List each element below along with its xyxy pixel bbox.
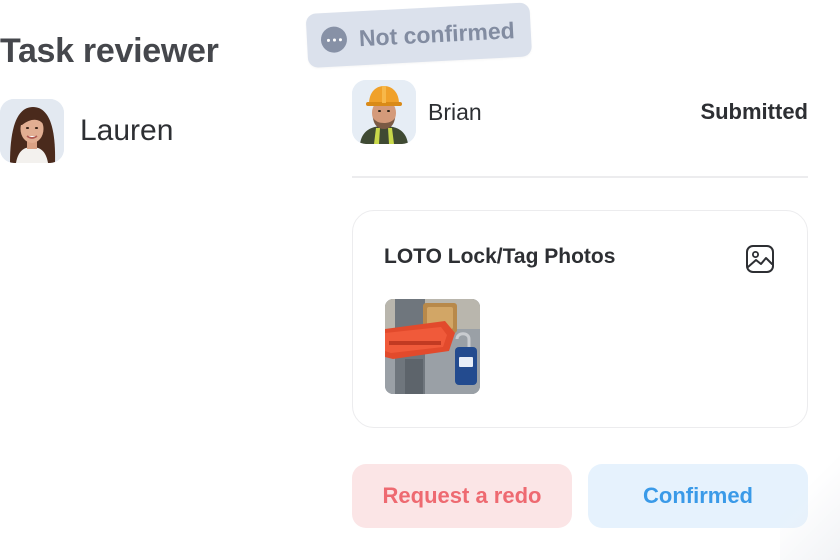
reviewer-row: Lauren: [0, 99, 173, 163]
image-icon[interactable]: [745, 244, 775, 274]
reviewer-heading: Task reviewer: [0, 32, 219, 70]
photo-card-title: LOTO Lock/Tag Photos: [384, 245, 616, 268]
loto-photo-thumbnail[interactable]: [385, 299, 480, 394]
submitter-row: Brian Submitted: [352, 80, 808, 144]
loto-photos-card: LOTO Lock/Tag Photos: [352, 210, 808, 428]
more-dots-icon: [320, 25, 348, 54]
request-redo-button[interactable]: Request a redo: [352, 464, 572, 528]
reviewer-avatar: [0, 99, 64, 163]
submitter-avatar: [352, 80, 416, 144]
submitter-name: Brian: [428, 98, 482, 125]
status-chip: Not confirmed: [305, 2, 532, 68]
status-chip-label: Not confirmed: [358, 16, 516, 51]
submission-status: Submitted: [700, 99, 808, 124]
reviewer-name: Lauren: [80, 114, 174, 147]
task-review-panel: Task reviewer Lauren Not confirmed Brian…: [0, 0, 840, 560]
divider: [352, 176, 808, 178]
confirmed-button[interactable]: Confirmed: [588, 464, 808, 528]
